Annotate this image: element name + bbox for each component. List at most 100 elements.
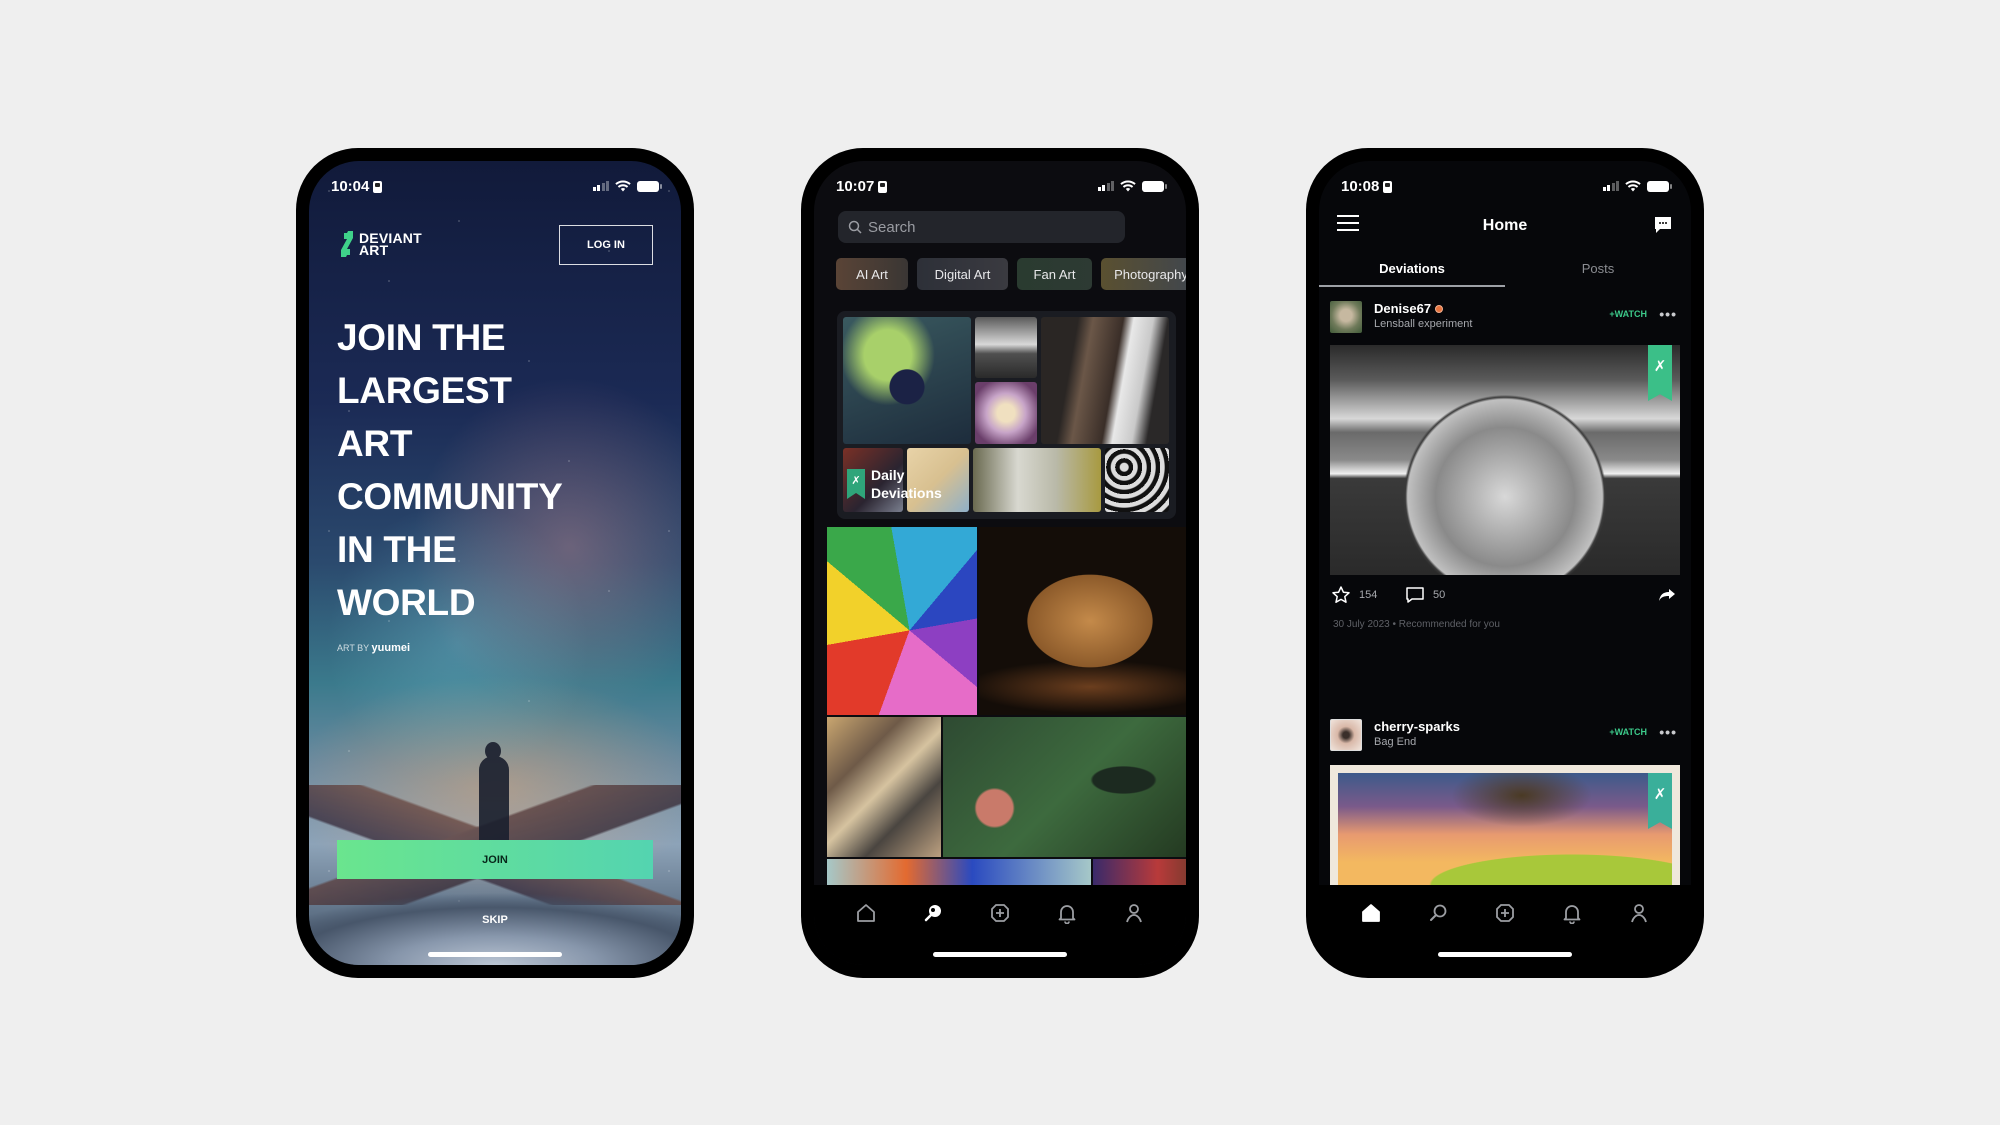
avatar[interactable] (1330, 301, 1362, 333)
chip-digital-art[interactable]: Digital Art (917, 258, 1008, 290)
more-options-icon[interactable]: ••• (1659, 724, 1677, 740)
dd-line-1: Daily (871, 467, 905, 483)
home-screen: 10:08 Home Deviations Posts Denise67 Len… (1319, 161, 1691, 965)
credit-prefix: ART BY (337, 643, 370, 653)
nav-create[interactable] (1491, 899, 1519, 927)
nav-create[interactable] (986, 899, 1014, 927)
chip-fan-art[interactable]: Fan Art (1017, 258, 1092, 290)
deviation-image[interactable]: ✗ (1330, 765, 1680, 885)
skip-button[interactable]: SKIP (309, 914, 681, 926)
status-bar: 10:04 (309, 175, 681, 199)
id-badge-icon (373, 180, 383, 193)
post-header: cherry-sparks Bag End +WATCH ••• (1319, 715, 1691, 755)
nav-profile[interactable] (1120, 899, 1148, 927)
thumbnail[interactable] (1041, 317, 1169, 444)
tab-deviations[interactable]: Deviations (1319, 257, 1505, 287)
more-options-icon[interactable]: ••• (1659, 306, 1677, 322)
create-icon (1496, 904, 1514, 922)
artwork-thumbnail[interactable] (827, 717, 941, 857)
log-in-button[interactable]: LOG IN (559, 225, 653, 265)
nav-home[interactable] (852, 899, 880, 927)
headline-line: ART (337, 423, 413, 464)
comment-icon (1406, 587, 1424, 603)
discover-screen: 10:07 Search AI Art Digital Art Fan Art … (814, 161, 1186, 965)
artwork-thumbnail[interactable] (827, 527, 977, 715)
headline-line: LARGEST (337, 370, 512, 411)
home-icon (856, 904, 875, 922)
nav-profile[interactable] (1625, 899, 1653, 927)
favorite-button[interactable]: 154 (1331, 585, 1377, 605)
nav-home[interactable] (1357, 899, 1385, 927)
deviation-image[interactable]: ✗ (1330, 345, 1680, 575)
chip-photography[interactable]: Photography (1101, 258, 1186, 290)
chip-ai-art[interactable]: AI Art (836, 258, 908, 290)
signal-icon (1097, 181, 1114, 191)
post-header: Denise67 Lensball experiment +WATCH ••• (1319, 297, 1691, 337)
status-bar: 10:08 (1319, 175, 1691, 199)
nav-search[interactable] (1424, 899, 1452, 927)
artwork-thumbnail[interactable] (943, 717, 1186, 857)
comment-button[interactable]: 50 (1405, 585, 1445, 605)
welcome-screen: 10:04 DEVIANT ART LOG IN JOIN THE LARGES… (309, 161, 681, 965)
status-time-group: 10:08 (1341, 178, 1393, 195)
username-link[interactable]: cherry-sparks (1374, 719, 1460, 734)
post-meta: 30 July 2023 • Recommended for you (1333, 619, 1500, 630)
nav-search[interactable] (919, 899, 947, 927)
nav-notifications[interactable] (1558, 899, 1586, 927)
thumbnail[interactable] (973, 448, 1101, 512)
status-time: 10:04 (331, 178, 370, 195)
share-button[interactable] (1657, 585, 1677, 605)
daily-deviations-label: ✗ Daily Deviations (847, 466, 942, 502)
wifi-icon (615, 180, 631, 192)
watch-button[interactable]: +WATCH (1609, 727, 1647, 737)
battery-icon (1142, 180, 1167, 192)
artwork-thumbnail[interactable] (979, 527, 1186, 715)
signal-icon (1602, 181, 1619, 191)
daily-deviation-ribbon-icon: ✗ (1648, 773, 1672, 829)
thumbnail[interactable] (1105, 448, 1169, 512)
home-icon (1361, 904, 1380, 922)
headline-line: COMMUNITY (337, 476, 563, 517)
status-indicators (1602, 180, 1672, 192)
watch-button[interactable]: +WATCH (1609, 309, 1647, 319)
wifi-icon (1625, 180, 1641, 192)
thumbnail[interactable] (975, 382, 1037, 444)
avatar[interactable] (1330, 719, 1362, 751)
phone-welcome-screen: 10:04 DEVIANT ART LOG IN JOIN THE LARGES… (296, 148, 694, 978)
dd-line-2: Deviations (871, 485, 942, 501)
deviantart-logo-icon (341, 231, 353, 257)
daily-deviations-card[interactable]: ✗ Daily Deviations (837, 311, 1176, 519)
home-indicator (933, 952, 1067, 957)
search-icon (848, 220, 862, 234)
art-credit: ART BY yuumei (337, 642, 410, 654)
profile-icon (1126, 904, 1143, 923)
nav-notifications[interactable] (1053, 899, 1081, 927)
username-link[interactable]: Denise67 (1374, 301, 1444, 316)
page-title: Home (1482, 217, 1528, 234)
thumbnail[interactable] (843, 317, 971, 444)
join-button[interactable]: JOIN (337, 840, 653, 879)
search-icon (924, 905, 941, 922)
profile-icon (1631, 904, 1648, 923)
username: Denise67 (1374, 301, 1432, 316)
thumbnail[interactable] (975, 317, 1037, 378)
credit-artist-link[interactable]: yuumei (372, 642, 411, 654)
messages-icon[interactable] (1653, 215, 1673, 235)
phone-home-screen: 10:08 Home Deviations Posts Denise67 Len… (1306, 148, 1704, 978)
id-badge-icon (1383, 180, 1393, 193)
headline-line: JOIN THE (337, 317, 506, 358)
search-placeholder: Search (868, 218, 916, 236)
comments-count: 50 (1433, 589, 1446, 601)
daily-deviation-ribbon-icon: ✗ (1648, 345, 1672, 401)
daily-deviation-ribbon-icon: ✗ (847, 469, 865, 499)
status-time-group: 10:07 (836, 178, 888, 195)
phone-discover-screen: 10:07 Search AI Art Digital Art Fan Art … (801, 148, 1199, 978)
headline-line: IN THE (337, 529, 457, 570)
tab-posts[interactable]: Posts (1505, 257, 1691, 287)
top-bar: Home (1319, 209, 1691, 245)
headline: JOIN THE LARGEST ART COMMUNITY IN THE WO… (337, 311, 637, 629)
create-icon (991, 904, 1009, 922)
signal-icon (592, 181, 609, 191)
battery-icon (637, 180, 662, 192)
search-input[interactable]: Search (838, 211, 1125, 243)
